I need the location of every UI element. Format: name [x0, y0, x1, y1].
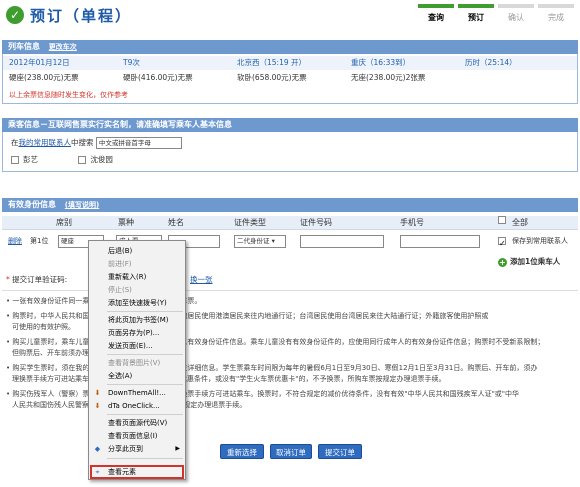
menu-share[interactable]: ◆ 分享此页到 ▶ — [89, 443, 185, 455]
col-id-type: 证件类型 — [234, 218, 266, 227]
train-number: T9次 — [123, 58, 140, 67]
train-duration: 历时（25:14） — [465, 58, 517, 67]
step-query: 查询 — [418, 4, 454, 23]
col-all: 全部 — [512, 218, 528, 227]
down-arrow-icon: ⬇ — [94, 402, 101, 410]
seat-standing: 无座(238.00元)2张票 — [351, 73, 426, 82]
share-icon: ◆ — [94, 445, 101, 453]
note-2-cont: 可使用的有效护照。 — [12, 323, 75, 331]
seat-soft-sleeper: 软卧(658.00元)无票 — [237, 73, 307, 82]
menu-forward[interactable]: 前进(F) — [89, 258, 185, 270]
menu-downthemall[interactable]: ⬇ DownThemAll!... — [89, 387, 185, 399]
down-arrow-icon: ⬇ — [94, 389, 101, 397]
note-5: • 购买伤残军人（警察）票时，须在购票后、开车前办理换票手续方可进站乘车。换票时… — [6, 390, 520, 398]
train-from: 北京西（15:19 开） — [237, 58, 306, 67]
submenu-arrow-icon: ▶ — [175, 445, 180, 452]
contact-checkbox-2[interactable] — [78, 156, 87, 164]
add-passenger-button[interactable]: + 添加1位乘车人 — [498, 256, 560, 267]
note-2: • 购票时，中华人民共和国居民使用二代居民身份证；港澳居民使用港澳居民来往内地通… — [6, 312, 489, 320]
menu-reload[interactable]: 重新载入(R) — [89, 271, 185, 283]
delete-passenger-link[interactable]: 删除 — [8, 232, 22, 250]
note-4-cont: 理换票手续方可进站乘车。换票时，不符合有关学生票优惠条件，或没有"学生火车票优惠… — [12, 375, 446, 383]
id-number-input[interactable] — [300, 235, 384, 248]
step-confirm: 确认 — [498, 4, 534, 23]
plus-icon: + — [498, 257, 507, 267]
captcha-label: 提交订单验证码: — [12, 275, 68, 284]
availability-note: 以上余票信息随时发生变化，仅作参考 — [9, 91, 128, 99]
change-train-link[interactable]: 更改车次 — [49, 43, 77, 51]
cancel-order-button[interactable]: 取消订单 — [270, 444, 312, 459]
step-book: 预订 — [458, 4, 494, 23]
col-phone: 手机号 — [400, 218, 424, 227]
inspect-element-highlight — [90, 465, 184, 479]
menu-dta-oneclick[interactable]: ⬇ dTa OneClick... — [89, 400, 185, 412]
save-contact-label: 保存到常用联系人 — [512, 237, 568, 245]
menu-bookmark[interactable]: 将此页加为书签(M) — [89, 314, 185, 326]
seat-hard-seat: 硬座(238.00元)无票 — [9, 73, 79, 82]
fill-help-link[interactable]: (填写说明) — [65, 201, 99, 209]
page-header: ✓ 预订（单程） 查询 预订 确认 完成 — [0, 0, 580, 34]
phone-input[interactable] — [400, 235, 480, 248]
menu-back[interactable]: 后退(B) — [89, 245, 185, 257]
menu-send-page[interactable]: 发送页面(E)... — [89, 340, 185, 352]
booking-icon: ✓ — [6, 6, 24, 24]
menu-page-info[interactable]: 查看页面信息(I) — [89, 430, 185, 442]
contact-search-input[interactable]: 中文或拼音首字母 — [95, 137, 182, 149]
contact-checkbox-1[interactable] — [11, 156, 19, 164]
col-seat: 席别 — [56, 218, 72, 227]
menu-speed-dial[interactable]: 添加至快速拨号(Y) — [89, 297, 185, 309]
col-ticket: 票种 — [118, 218, 134, 227]
captcha-row: * 提交订单验证码: — [6, 275, 68, 284]
train-to: 重庆（16:33到） — [351, 58, 411, 67]
train-info-panel: 2012年01月12日 T9次 北京西（15:19 开） 重庆（16:33到） … — [2, 54, 578, 104]
note-4: • 购买学生票时，须在我的常用联系人中登记乘车人的学生详细信息。学生票乘车时间限… — [6, 364, 538, 372]
train-date: 2012年01月12日 — [9, 58, 70, 67]
id-type-select[interactable]: 二代身份证 ▾ — [234, 235, 286, 248]
col-id-number: 证件号码 — [300, 218, 332, 227]
passenger-table-header: 席别 票种 姓名 证件类型 证件号码 手机号 全部 — [2, 216, 578, 230]
id-info-header: 有效身份信息 (填写说明) — [2, 198, 578, 212]
select-again-button[interactable]: 重新选择 — [220, 444, 264, 459]
passenger-info-header: 乘客信息－互联网售票实行实名制，请准确填写乘车人基本信息 — [2, 118, 578, 132]
seat-availability-row: 硬座(238.00元)无票 硬卧(416.00元)无票 软卧(658.00元)无… — [3, 71, 577, 85]
menu-save-page[interactable]: 页面另存为(P)... — [89, 327, 185, 339]
menu-view-source[interactable]: 查看页面源代码(V) — [89, 417, 185, 429]
contact-checkbox-row: 彭艺 沈俊园 — [11, 154, 113, 165]
menu-stop[interactable]: 停止(S) — [89, 284, 185, 296]
contact-search-row: 在我的常用联系人中搜索 中文或拼音首字母 — [11, 137, 182, 149]
col-name: 姓名 — [168, 218, 184, 227]
seat-hard-sleeper: 硬卧(416.00元)无票 — [123, 73, 193, 82]
passenger-info-panel: 在我的常用联系人中搜索 中文或拼音首字母 彭艺 沈俊园 — [2, 132, 578, 172]
passenger-index: 第1位 — [30, 237, 49, 245]
frequent-contacts-link[interactable]: 我的常用联系人 — [19, 138, 72, 147]
note-3: • 购买儿童票时，乘车儿童有有效身份证件的，请填写本人有效身份证件信息。乘车儿童… — [6, 338, 545, 346]
step-complete: 完成 — [538, 4, 574, 23]
submit-order-button[interactable]: 提交订单 — [318, 444, 362, 459]
refresh-captcha-link[interactable]: 换一张 — [190, 274, 213, 285]
context-menu: 后退(B) 前进(F) 重新载入(R) 停止(S) 添加至快速拨号(Y) 将此页… — [88, 240, 186, 480]
page-title: 预订（单程） — [30, 7, 133, 25]
save-contact-checkbox[interactable] — [498, 232, 510, 253]
menu-view-bg-image[interactable]: 查看背景图片(V) — [89, 357, 185, 369]
train-route-row: 2012年01月12日 T9次 北京西（15:19 开） 重庆（16:33到） … — [3, 56, 577, 70]
train-info-header: 列车信息 更改车次 — [2, 40, 578, 54]
menu-select-all[interactable]: 全选(A) — [89, 370, 185, 382]
